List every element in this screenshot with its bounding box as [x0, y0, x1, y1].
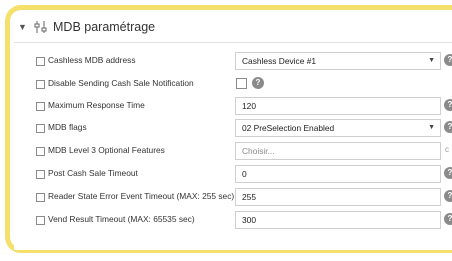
- dropdown-caret-icon: ▼: [428, 124, 435, 131]
- row-select-checkbox[interactable]: [36, 193, 45, 202]
- row-select-checkbox[interactable]: [36, 57, 45, 66]
- field-label: Vend Result Timeout (MAX: 65535 sec): [48, 214, 195, 224]
- vend-result-timeout-input[interactable]: 300: [235, 211, 441, 229]
- help-icon[interactable]: ?: [444, 121, 452, 133]
- help-icon[interactable]: ?: [252, 77, 264, 89]
- mdb-settings-panel: ▼ MDB paramétrage Cashless MDB address C…: [14, 12, 452, 250]
- clear-icon[interactable]: c: [445, 145, 449, 154]
- section-title: MDB paramétrage: [53, 20, 156, 34]
- field-row-vend-result-timeout: Vend Result Timeout (MAX: 65535 sec) 300…: [14, 211, 452, 231]
- field-row-maximum-response-time: Maximum Response Time 120 ?: [14, 97, 452, 117]
- reader-state-error-timeout-input[interactable]: 255: [235, 188, 441, 206]
- mdb-level3-features-multiselect[interactable]: Choisir...: [235, 142, 441, 160]
- field-label: Maximum Response Time: [48, 100, 145, 110]
- section-header[interactable]: ▼ MDB paramétrage: [14, 12, 452, 43]
- row-select-checkbox[interactable]: [36, 80, 45, 89]
- field-row-disable-cash-sale-notification: Disable Sending Cash Sale Notification ?: [14, 75, 452, 95]
- field-row-post-cash-sale-timeout: Post Cash Sale Timeout 0 ?: [14, 165, 452, 185]
- row-select-checkbox[interactable]: [36, 102, 45, 111]
- field-row-mdb-level3-features: MDB Level 3 Optional Features Choisir...…: [14, 142, 452, 162]
- row-select-checkbox[interactable]: [36, 216, 45, 225]
- help-icon[interactable]: ?: [444, 99, 452, 111]
- help-icon[interactable]: ?: [444, 167, 452, 179]
- cashless-mdb-address-select[interactable]: Cashless Device #1 ▼: [235, 52, 441, 70]
- post-cash-sale-timeout-input[interactable]: 0: [235, 165, 441, 183]
- settings-sliders-icon: [34, 21, 47, 33]
- help-icon[interactable]: ?: [444, 190, 452, 202]
- mdb-flags-select[interactable]: 02 PreSelection Enabled ▼: [235, 119, 441, 137]
- help-icon[interactable]: ?: [444, 54, 452, 66]
- field-row-reader-state-error-timeout: Reader State Error Event Timeout (MAX: 2…: [14, 188, 452, 208]
- field-label: Cashless MDB address: [48, 55, 136, 65]
- row-select-checkbox[interactable]: [36, 170, 45, 179]
- field-label: Disable Sending Cash Sale Notification: [48, 78, 194, 88]
- dropdown-caret-icon: ▼: [428, 57, 435, 64]
- row-select-checkbox[interactable]: [36, 124, 45, 133]
- field-label: MDB flags: [48, 122, 87, 132]
- field-label: MDB Level 3 Optional Features: [48, 145, 165, 155]
- chevron-down-icon[interactable]: ▼: [18, 22, 28, 32]
- field-row-mdb-flags: MDB flags 02 PreSelection Enabled ▼ ?: [14, 119, 452, 139]
- field-label: Reader State Error Event Timeout (MAX: 2…: [48, 191, 235, 201]
- maximum-response-time-input[interactable]: 120: [235, 97, 441, 115]
- disable-cash-sale-notification-checkbox[interactable]: [236, 78, 247, 89]
- select-value: Cashless Device #1: [242, 56, 317, 66]
- field-label: Post Cash Sale Timeout: [48, 168, 138, 178]
- row-select-checkbox[interactable]: [36, 147, 45, 156]
- help-icon[interactable]: ?: [444, 213, 452, 225]
- field-row-cashless-mdb-address: Cashless MDB address Cashless Device #1 …: [14, 52, 452, 72]
- select-value: 02 PreSelection Enabled: [242, 123, 335, 133]
